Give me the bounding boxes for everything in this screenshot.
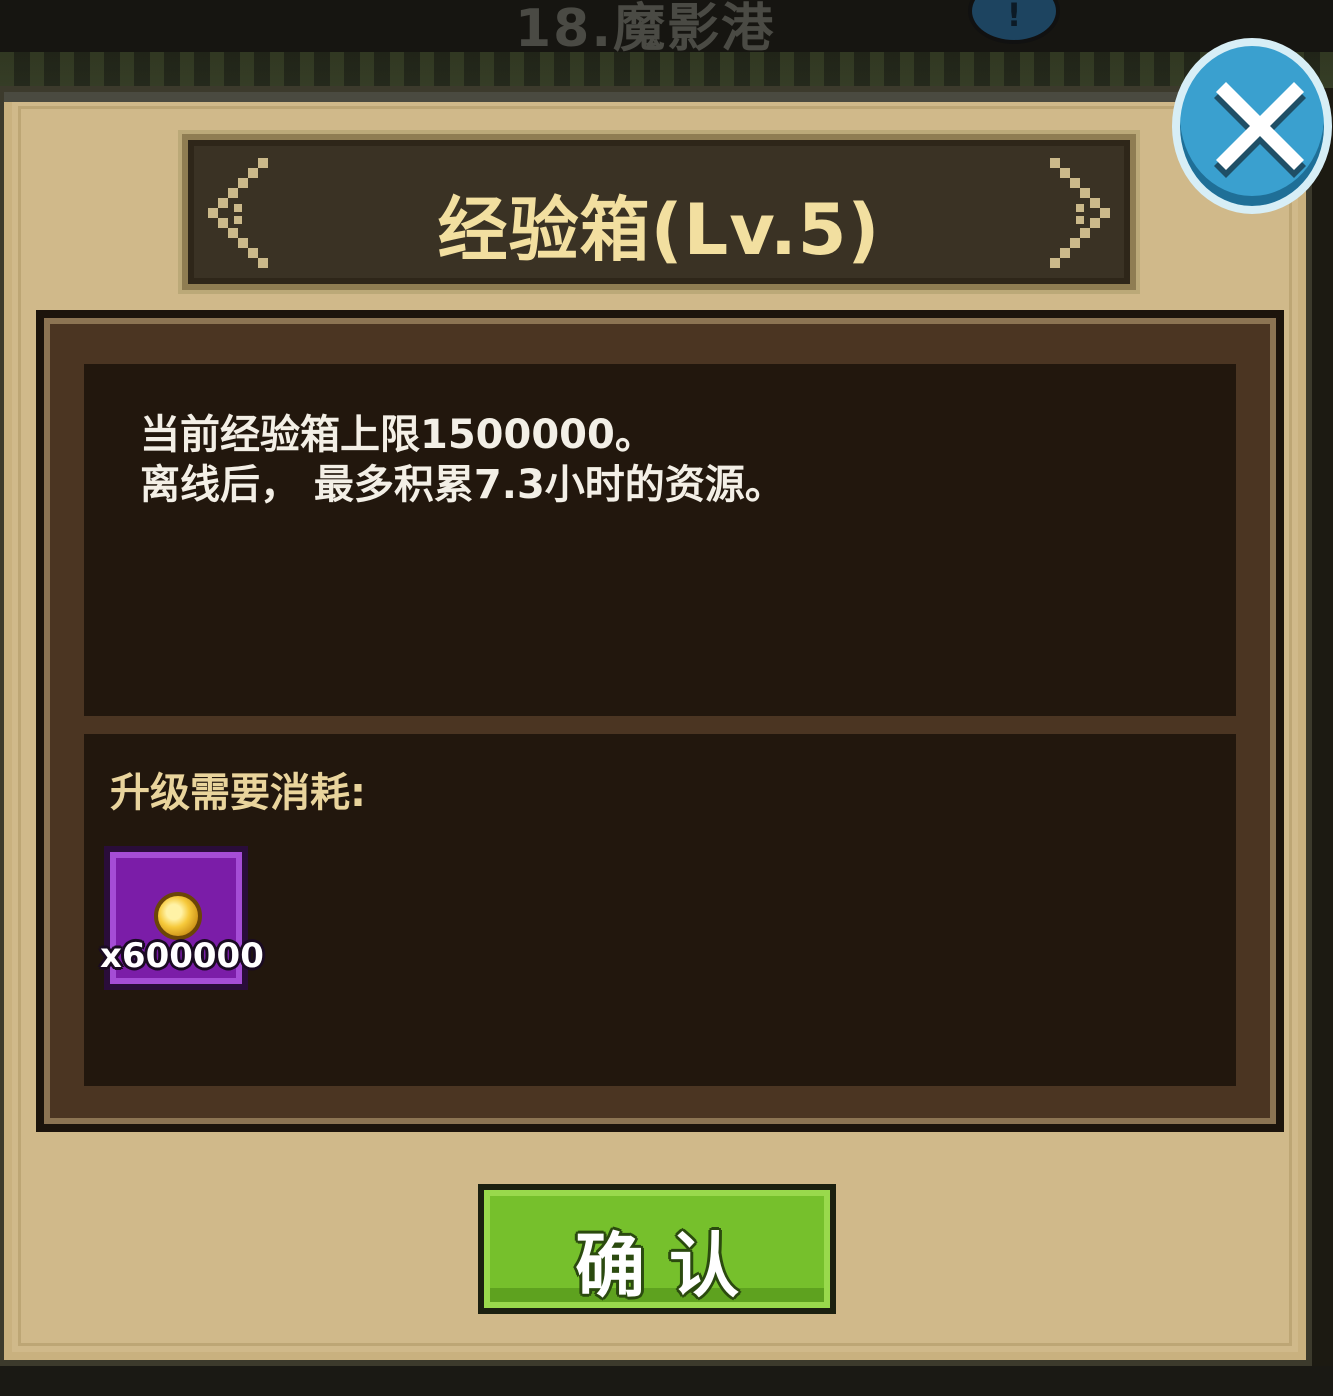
- gold-cost-amount: x600000: [100, 936, 264, 976]
- background-stage-title: 18.魔影港: [515, 0, 776, 59]
- content-frame: 当前经验箱上限1500000。 离线后， 最多积累7.3小时的资源。 升级需要消…: [36, 310, 1284, 1132]
- game-screen: 18.魔影港 ! 经验箱(Lv.5) 当前经验箱上限1500000。 离线后， …: [0, 0, 1333, 1396]
- title-plate: 经验箱(Lv.5): [182, 134, 1136, 290]
- confirm-button[interactable]: 确认: [478, 1184, 836, 1314]
- upgrade-cost-label: 升级需要消耗:: [110, 770, 366, 816]
- upgrade-cost-panel: 升级需要消耗: x600000: [84, 734, 1236, 1086]
- close-icon: [1214, 82, 1306, 178]
- dialog-title: 经验箱(Lv.5): [437, 189, 881, 271]
- upgrade-dialog: 经验箱(Lv.5) 当前经验箱上限1500000。 离线后， 最多积累7.3小时…: [0, 86, 1312, 1366]
- right-ornament-icon: [1050, 158, 1110, 268]
- dialog-top-band: [4, 92, 1306, 102]
- gold-coin-icon: [154, 892, 202, 940]
- offline-info-text: 离线后， 最多积累7.3小时的资源。: [140, 462, 785, 508]
- background-scene: 18.魔影港: [0, 0, 1333, 88]
- info-panel: 当前经验箱上限1500000。 离线后， 最多积累7.3小时的资源。: [84, 364, 1236, 716]
- confirm-button-label: 确认: [575, 1225, 763, 1307]
- background-bottom-strip: [0, 1366, 1333, 1396]
- gold-cost-item[interactable]: x600000: [100, 846, 264, 990]
- close-button[interactable]: [1172, 38, 1332, 214]
